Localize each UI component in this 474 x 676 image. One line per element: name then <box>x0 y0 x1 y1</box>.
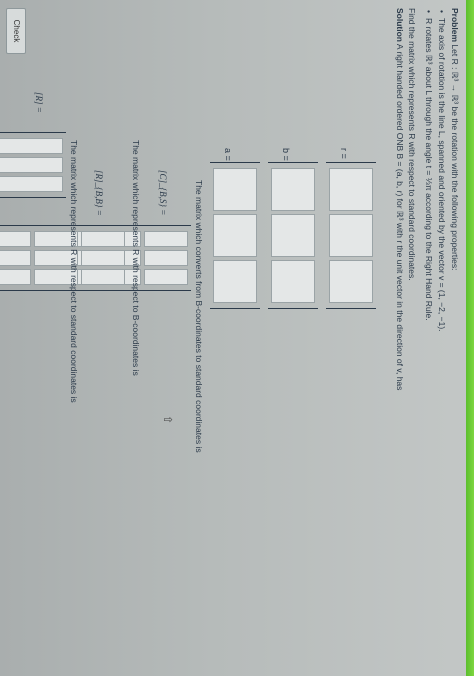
c-entry[interactable] <box>144 250 188 266</box>
r-entry-3[interactable] <box>329 260 373 303</box>
a-vector-input <box>210 162 260 309</box>
rb-entry[interactable] <box>0 231 31 247</box>
rb-matrix-input <box>0 225 128 291</box>
r-entry-1[interactable] <box>329 168 373 211</box>
mouse-pointer-icon: ⇧ <box>161 415 173 425</box>
r-matrix-entry[interactable] <box>0 157 63 173</box>
b-entry-3[interactable] <box>271 260 315 303</box>
c-matrix-intro: The matrix which converts from B-coordin… <box>194 180 204 453</box>
r-vector-input <box>326 162 376 309</box>
rb-matrix-label: [R]_{B,B} = <box>94 170 104 216</box>
c-matrix-label: [C]_{B,S} = <box>158 170 168 216</box>
a-vector-label: a = <box>223 148 233 161</box>
rb-entry[interactable] <box>81 269 125 285</box>
check-button[interactable]: Check <box>6 8 26 54</box>
problem-heading: Problem <box>450 8 460 43</box>
b-entry-1[interactable] <box>271 168 315 211</box>
accent-bar <box>466 0 474 676</box>
r-vector-label: r = <box>339 148 349 159</box>
r-entry-2[interactable] <box>329 214 373 257</box>
problem-statement-line: Problem Let R : ℝ³ → ℝ³ be the rotation … <box>449 8 460 270</box>
r-matrix-entry[interactable] <box>0 176 63 192</box>
c-entry[interactable] <box>144 269 188 285</box>
rb-entry[interactable] <box>0 269 31 285</box>
bullet-angle: R rotates ℝ³ about L through the angle t… <box>423 18 434 321</box>
rb-matrix-intro: The matrix which represents R with respe… <box>131 140 141 376</box>
rb-entry[interactable] <box>81 250 125 266</box>
r-matrix-label: [R] = <box>34 92 44 113</box>
c-entry[interactable] <box>144 231 188 247</box>
rb-entry[interactable] <box>81 231 125 247</box>
r-matrix-entry[interactable] <box>0 138 63 154</box>
rb-entry[interactable] <box>0 250 31 266</box>
r-matrix-input <box>0 132 66 198</box>
r-matrix-intro: The matrix which represents R with respe… <box>69 140 79 403</box>
b-vector-input <box>268 162 318 309</box>
b-vector-label: b = <box>281 148 291 161</box>
a-entry-1[interactable] <box>213 168 257 211</box>
solution-text: A right handed ordered ONB B = (a, b, r)… <box>395 43 405 391</box>
find-instruction: Find the matrix which represents R with … <box>407 8 417 281</box>
solution-heading: Solution <box>395 8 405 42</box>
problem-intro: Let R : ℝ³ → ℝ³ be the rotation with the… <box>450 44 460 271</box>
solution-line: Solution A right handed ordered ONB B = … <box>394 8 405 390</box>
b-entry-2[interactable] <box>271 214 315 257</box>
a-entry-2[interactable] <box>213 214 257 257</box>
rotated-page: Problem Let R : ℝ³ → ℝ³ be the rotation … <box>0 0 466 676</box>
a-entry-3[interactable] <box>213 260 257 303</box>
bullet-axis: The axis of rotation is the line L, span… <box>436 18 447 332</box>
